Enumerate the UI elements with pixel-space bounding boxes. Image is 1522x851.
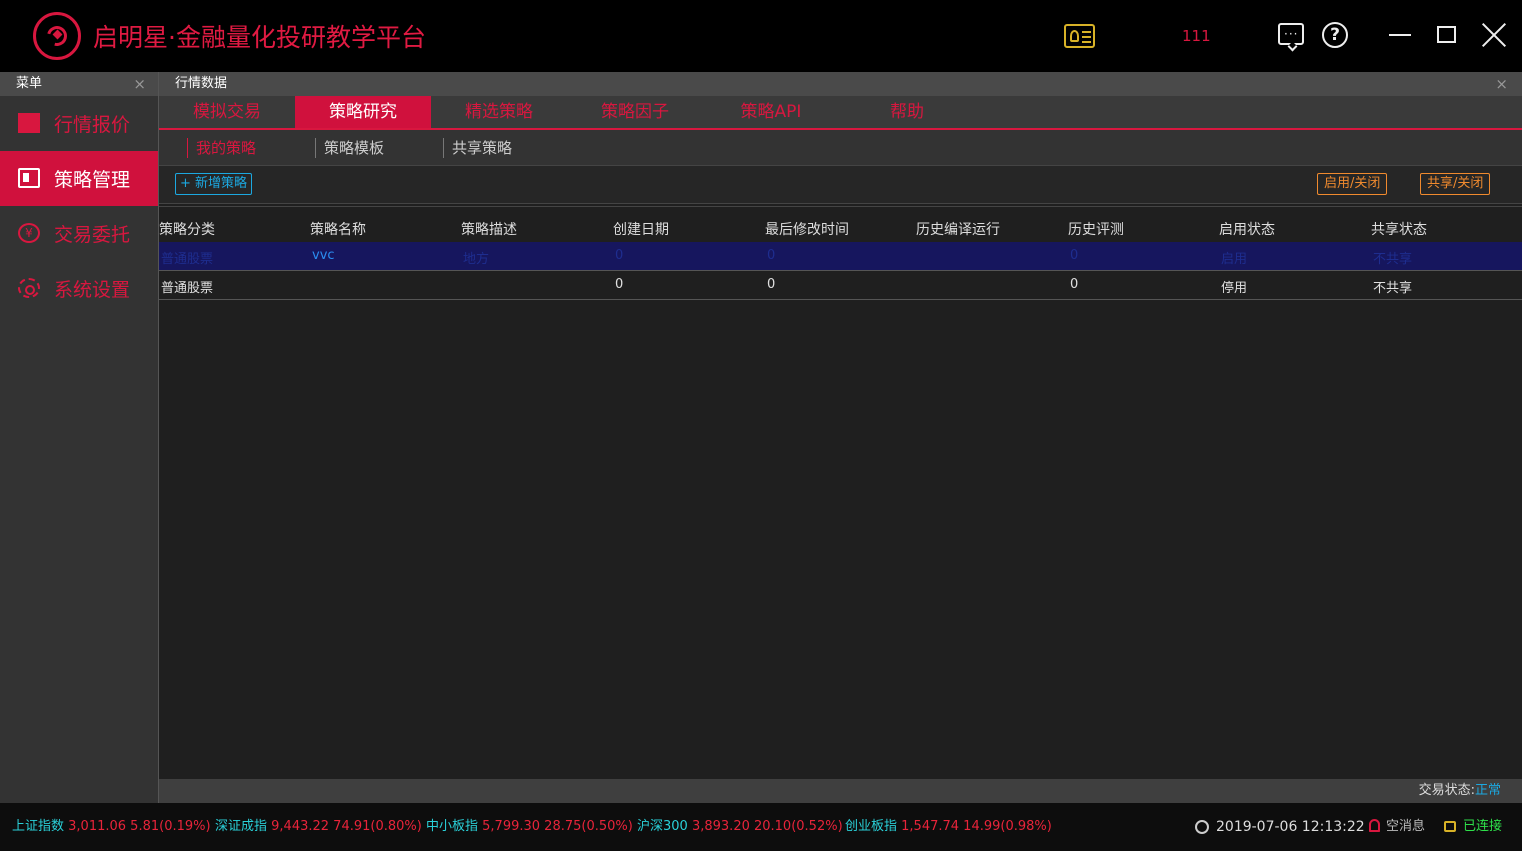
tab-strategy-api[interactable]: 策略API <box>703 96 839 128</box>
index-name: 中小板指 <box>426 819 479 834</box>
tab-strategy-research[interactable]: 策略研究 <box>295 96 431 128</box>
table-row[interactable]: 普通股票 vvc 地方 0 0 0 启用 不共享 <box>159 242 1522 271</box>
sidebar-title: 菜单 <box>16 76 43 91</box>
tab-strategy-factors[interactable]: 策略因子 <box>567 96 703 128</box>
index-value: 3,893.20 20.10(0.52%) <box>691 819 843 834</box>
index-name: 上证指数 <box>12 819 65 834</box>
subtab-my-strategies[interactable]: 我的策略 <box>187 138 256 158</box>
table-cell: 0 <box>615 277 624 292</box>
column-header[interactable]: 启用状态 <box>1219 219 1275 239</box>
table-cell: 停用 <box>1221 281 1248 296</box>
table-header-row: 策略分类 策略名称 策略描述 创建日期 最后修改时间 历史编译运行 历史评测 启… <box>159 206 1522 242</box>
table-cell: 普通股票 <box>161 281 214 296</box>
index-ticker[interactable]: 创业板指 1,547.74 14.99(0.98%) <box>845 803 1052 851</box>
panel-close-icon[interactable]: × <box>1495 72 1508 96</box>
index-name: 创业板指 <box>845 819 898 834</box>
sidebar-close-icon[interactable]: × <box>133 72 146 96</box>
table-cell: 普通股票 <box>161 252 214 267</box>
message-status[interactable]: 空消息 <box>1386 803 1425 851</box>
trade-status-value: 正常 <box>1474 783 1501 798</box>
tab-bar: 模拟交易 策略研究 精选策略 策略因子 策略API 帮助 <box>159 96 1522 130</box>
bottom-status-bar: 上证指数 3,011.06 5.81(0.19%) 深证成指 9,443.22 … <box>0 803 1522 851</box>
trade-status: 交易状态:正常 <box>1419 779 1501 803</box>
sidebar-item-trade-orders[interactable]: ¥ 交易委托 <box>0 206 158 261</box>
app-title: 启明星·金融量化投研教学平台 <box>93 23 426 52</box>
close-icon[interactable] <box>1481 22 1507 48</box>
gear-icon <box>18 278 40 298</box>
sidebar-item-strategy-management[interactable]: 策略管理 <box>0 151 158 206</box>
clock-icon <box>1195 820 1209 834</box>
column-header[interactable]: 策略描述 <box>461 219 517 239</box>
table-cell: 0 <box>1070 277 1079 292</box>
index-ticker[interactable]: 中小板指 5,799.30 28.75(0.50%) <box>426 803 633 851</box>
bell-icon[interactable] <box>1369 819 1380 832</box>
index-name: 深证成指 <box>215 819 268 834</box>
sidebar-item-settings[interactable]: 系统设置 <box>0 261 158 316</box>
index-value: 5,799.30 28.75(0.50%) <box>482 819 633 834</box>
id-card-icon[interactable] <box>1064 24 1095 48</box>
table-cell: 0 <box>767 248 776 263</box>
card-icon <box>18 168 40 188</box>
maximize-icon[interactable] <box>1437 26 1456 43</box>
index-ticker[interactable]: 深证成指 9,443.22 74.91(0.80%) <box>215 803 422 851</box>
message-icon[interactable]: ··· <box>1278 23 1304 52</box>
title-bar: 启明星·金融量化投研教学平台 111 ··· ? <box>0 0 1522 72</box>
logo-icon <box>33 12 81 60</box>
tab-simulated-trading[interactable]: 模拟交易 <box>159 96 295 128</box>
column-header[interactable]: 历史评测 <box>1068 219 1124 239</box>
connection-status: 已连接 <box>1463 819 1503 834</box>
sidebar-item-label: 行情报价 <box>54 114 131 136</box>
table-cell: 0 <box>1070 248 1079 263</box>
index-name: 沪深300 <box>637 819 688 834</box>
index-ticker[interactable]: 上证指数 3,011.06 5.81(0.19%) <box>12 803 211 851</box>
enable-toggle-button[interactable]: 启用/关闭 <box>1317 173 1388 195</box>
table-cell: 不共享 <box>1373 252 1413 267</box>
yen-icon: ¥ <box>18 223 40 243</box>
panel-title: 行情数据 <box>175 76 228 91</box>
column-header[interactable]: 策略名称 <box>310 219 366 239</box>
sidebar-header: 菜单 × <box>0 72 158 96</box>
toolbar: + 新增策略 启用/关闭 共享/关闭 <box>159 166 1522 204</box>
table-cell: 0 <box>615 248 624 263</box>
column-header[interactable]: 最后修改时间 <box>765 219 849 239</box>
chart-icon <box>18 113 40 133</box>
index-value: 9,443.22 74.91(0.80%) <box>271 819 422 834</box>
table-cell: 地方 <box>463 252 490 267</box>
index-value: 3,011.06 5.81(0.19%) <box>68 819 211 834</box>
table-cell: vvc <box>312 248 335 263</box>
connection-icon <box>1444 821 1456 832</box>
sidebar: 菜单 × 行情报价 策略管理 ¥ 交易委托 系统设置 <box>0 72 158 803</box>
column-header[interactable]: 历史编译运行 <box>916 219 1000 239</box>
current-datetime: 2019-07-06 12:13:22 <box>1216 819 1365 835</box>
sidebar-item-label: 交易委托 <box>54 224 131 246</box>
tab-selected-strategies[interactable]: 精选策略 <box>431 96 567 128</box>
help-icon[interactable]: ? <box>1322 22 1348 48</box>
sidebar-item-label: 系统设置 <box>54 279 131 301</box>
main-panel: 行情数据 × 模拟交易 策略研究 精选策略 策略因子 策略API 帮助 我的策略… <box>158 72 1522 803</box>
strategy-table: 策略分类 策略名称 策略描述 创建日期 最后修改时间 历史编译运行 历史评测 启… <box>159 206 1522 300</box>
add-strategy-button[interactable]: + 新增策略 <box>175 173 253 195</box>
column-header[interactable]: 创建日期 <box>613 219 669 239</box>
subtab-bar: 我的策略 策略模板 共享策略 <box>159 130 1522 166</box>
subtab-shared-strategies[interactable]: 共享策略 <box>443 138 512 158</box>
table-cell: 不共享 <box>1373 281 1413 296</box>
minimize-icon[interactable] <box>1389 34 1411 36</box>
panel-status-strip: 交易状态:正常 <box>159 779 1522 803</box>
sidebar-item-quotes[interactable]: 行情报价 <box>0 96 158 151</box>
tab-help[interactable]: 帮助 <box>839 96 975 128</box>
subtab-strategy-templates[interactable]: 策略模板 <box>315 138 384 158</box>
table-cell: 启用 <box>1221 252 1248 267</box>
sidebar-item-label: 策略管理 <box>54 169 131 191</box>
user-number[interactable]: 111 <box>1182 27 1211 45</box>
table-cell: 0 <box>767 277 776 292</box>
table-row[interactable]: 普通股票 0 0 0 停用 不共享 <box>159 271 1522 300</box>
column-header[interactable]: 共享状态 <box>1371 219 1427 239</box>
index-value: 1,547.74 14.99(0.98%) <box>901 819 1052 834</box>
trade-status-label: 交易状态: <box>1418 783 1475 798</box>
share-toggle-button[interactable]: 共享/关闭 <box>1420 173 1491 195</box>
index-ticker[interactable]: 沪深300 3,893.20 20.10(0.52%) <box>637 803 843 851</box>
column-header[interactable]: 策略分类 <box>159 219 215 239</box>
panel-header: 行情数据 × <box>159 72 1522 96</box>
